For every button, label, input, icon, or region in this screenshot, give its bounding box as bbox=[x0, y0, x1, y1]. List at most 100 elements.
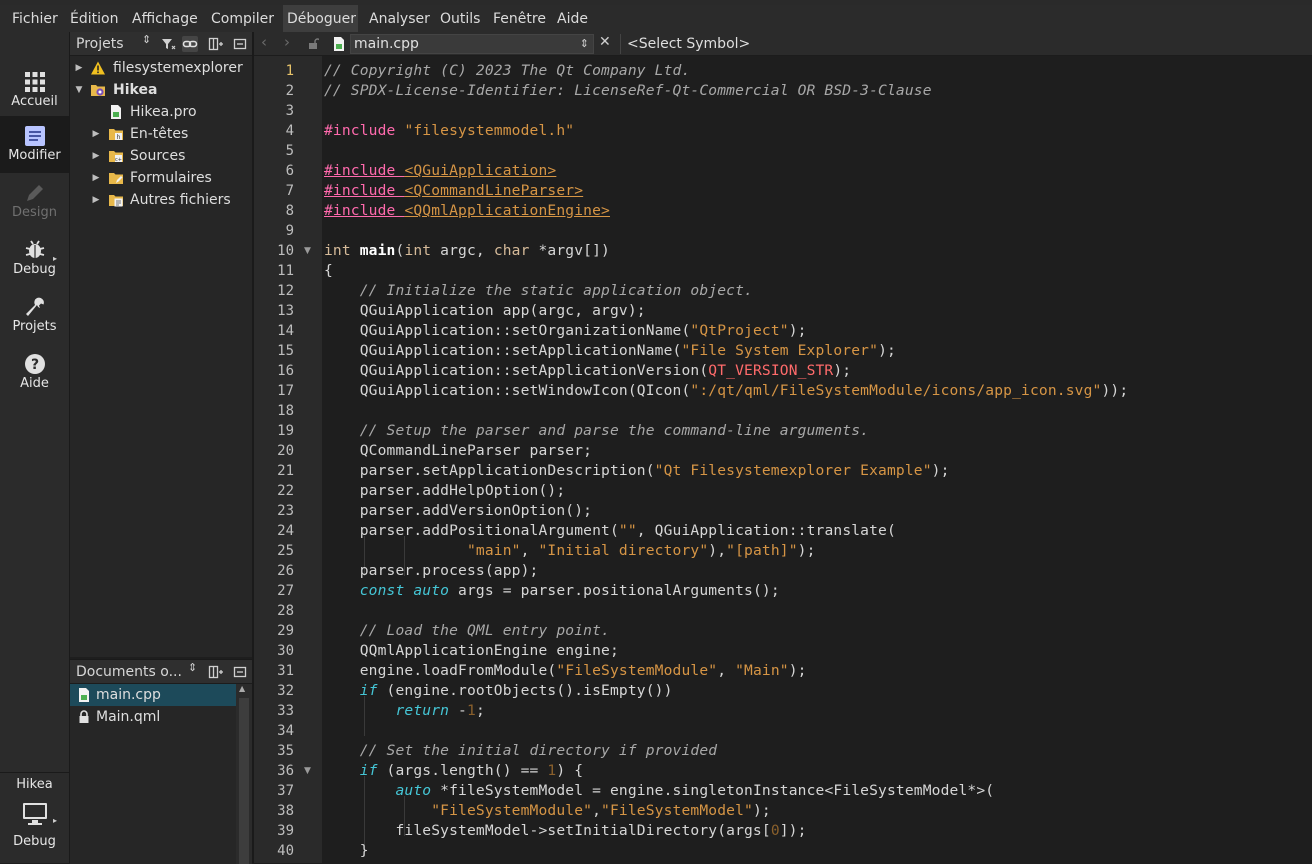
document-label: Main.qml bbox=[96, 709, 161, 725]
link-icon[interactable] bbox=[182, 36, 198, 52]
fold-arrow-icon[interactable]: ▼ bbox=[304, 761, 311, 781]
mode-projets[interactable]: Projets bbox=[0, 287, 69, 344]
close-document-icon[interactable]: ✕ bbox=[599, 34, 611, 50]
forward-arrow-icon[interactable]: › bbox=[284, 33, 290, 51]
code-line[interactable]: parser.addHelpOption(); bbox=[324, 481, 565, 501]
line-number: 3 bbox=[285, 103, 294, 119]
open-document-main-cpp[interactable]: main.cpp bbox=[70, 684, 236, 706]
expand-arrow-icon[interactable]: ▶ bbox=[74, 57, 84, 79]
code-line[interactable]: // Load the QML entry point. bbox=[324, 621, 610, 641]
edit-icon bbox=[25, 126, 45, 146]
code-line[interactable]: fileSystemModel->setInitialDirectory(arg… bbox=[324, 821, 807, 841]
code-line[interactable]: { bbox=[324, 261, 333, 281]
code-line[interactable]: QGuiApplication::setApplicationVersion(Q… bbox=[324, 361, 851, 381]
close-pane-icon[interactable] bbox=[232, 664, 248, 680]
code-line[interactable]: // Set the initial directory if provided bbox=[324, 741, 717, 761]
split-icon[interactable] bbox=[208, 664, 224, 680]
line-number: 17 bbox=[277, 383, 294, 399]
tree-item-autres-fichiers[interactable]: ▶ Autres fichiers bbox=[70, 189, 252, 211]
tree-item-sources[interactable]: ▶ c+ Sources bbox=[70, 145, 252, 167]
expand-arrow-icon[interactable]: ▶ bbox=[91, 145, 101, 167]
svg-text:h: h bbox=[117, 134, 121, 141]
code-line[interactable]: parser.setApplicationDescription("Qt Fil… bbox=[324, 461, 950, 481]
code-line[interactable]: engine.loadFromModule("FileSystemModule"… bbox=[324, 661, 807, 681]
code-line[interactable]: // SPDX-License-Identifier: LicenseRef-Q… bbox=[324, 81, 932, 101]
code-line[interactable]: QGuiApplication::setOrganizationName("Qt… bbox=[324, 321, 807, 341]
tree-item-en-tetes[interactable]: ▶ h En-têtes bbox=[70, 123, 252, 145]
menu-deboguer[interactable]: Déboguer bbox=[283, 5, 358, 32]
menu-outils[interactable]: Outils bbox=[436, 5, 484, 32]
scrollbar-thumb[interactable] bbox=[239, 698, 249, 864]
code-line[interactable]: if (engine.rootObjects().isEmpty()) bbox=[324, 681, 673, 701]
code-line[interactable]: return -1; bbox=[324, 701, 485, 721]
code-line[interactable]: // Copyright (C) 2023 The Qt Company Ltd… bbox=[324, 61, 690, 81]
scroll-up-arrow-icon[interactable]: ▲ bbox=[239, 684, 245, 693]
documents-scrollbar[interactable]: ▲ bbox=[236, 684, 252, 864]
code-line[interactable]: parser.addPositionalArgument("", QGuiApp… bbox=[324, 521, 896, 541]
menu-fenetre[interactable]: Fenêtre bbox=[489, 5, 550, 32]
code-line[interactable]: if (args.length() == 1) { bbox=[324, 761, 583, 781]
mode-aide[interactable]: ? Aide bbox=[0, 344, 69, 401]
menu-fichier[interactable]: Fichier bbox=[8, 5, 62, 32]
mode-accueil[interactable]: Accueil bbox=[0, 62, 69, 119]
open-document-main-qml[interactable]: Main.qml bbox=[70, 706, 236, 728]
tree-item-formulaires[interactable]: ▶ Formulaires bbox=[70, 167, 252, 189]
line-number: 4 bbox=[285, 123, 294, 139]
mode-label: Aide bbox=[20, 376, 49, 391]
line-number: 7 bbox=[285, 183, 294, 199]
fold-arrow-icon[interactable]: ▼ bbox=[304, 241, 311, 261]
symbol-selector[interactable]: <Select Symbol> bbox=[627, 32, 750, 56]
svg-text:c+: c+ bbox=[115, 157, 122, 163]
split-icon[interactable] bbox=[208, 36, 224, 52]
menu-compiler[interactable]: Compiler bbox=[207, 5, 278, 32]
code-line[interactable]: auto *fileSystemModel = engine.singleton… bbox=[324, 781, 995, 801]
code-line[interactable]: QGuiApplication::setWindowIcon(QIcon(":/… bbox=[324, 381, 1128, 401]
tree-item-hikea[interactable]: ▼ Hikea bbox=[70, 79, 252, 101]
menu-edition[interactable]: Édition bbox=[66, 5, 122, 32]
code-line[interactable]: QGuiApplication app(argc, argv); bbox=[324, 301, 646, 321]
expand-arrow-icon[interactable]: ▶ bbox=[91, 123, 101, 145]
expand-arrow-icon[interactable]: ▶ bbox=[91, 189, 101, 211]
code-line[interactable]: // Initialize the static application obj… bbox=[324, 281, 753, 301]
mode-modifier[interactable]: Modifier bbox=[0, 116, 69, 173]
tree-item-label: filesystemexplorer bbox=[113, 60, 243, 76]
close-pane-icon[interactable] bbox=[232, 36, 248, 52]
back-arrow-icon[interactable]: ‹ bbox=[261, 33, 267, 51]
menu-aide[interactable]: Aide bbox=[553, 5, 592, 32]
code-line[interactable]: #include "filesystemmodel.h" bbox=[324, 121, 574, 141]
expand-arrow-icon[interactable]: ▶ bbox=[91, 167, 101, 189]
tree-item-hikea-pro[interactable]: Hikea.pro bbox=[70, 101, 252, 123]
code-line[interactable]: // Setup the parser and parse the comman… bbox=[324, 421, 869, 441]
filter-icon[interactable] bbox=[160, 36, 176, 52]
line-number: 5 bbox=[285, 143, 294, 159]
mode-debug[interactable]: ▸ Debug bbox=[0, 230, 69, 287]
projects-view-selector[interactable]: Projets bbox=[76, 32, 124, 56]
document-selector[interactable]: main.cpp ⇕ bbox=[350, 34, 594, 54]
menu-analyser[interactable]: Analyser bbox=[365, 5, 434, 32]
code-editor[interactable]: // Copyright (C) 2023 The Qt Company Ltd… bbox=[322, 56, 1312, 863]
mode-design[interactable]: Design bbox=[0, 173, 69, 230]
kit-selector-button[interactable]: ▸ Debug bbox=[0, 798, 69, 860]
collapse-arrow-icon[interactable]: ▼ bbox=[74, 79, 84, 101]
code-line[interactable]: #include <QGuiApplication> bbox=[324, 161, 556, 181]
tree-item-label: Hikea.pro bbox=[130, 104, 197, 120]
view-selector-arrows-icon: ⇕ bbox=[142, 33, 152, 46]
code-line[interactable]: QCommandLineParser parser; bbox=[324, 441, 592, 461]
kit-config-label: Debug bbox=[13, 834, 56, 849]
code-line[interactable]: const auto args = parser.positionalArgum… bbox=[324, 581, 780, 601]
menu-affichage[interactable]: Affichage bbox=[128, 5, 202, 32]
code-line[interactable]: } bbox=[324, 841, 369, 861]
code-line[interactable]: QQmlApplicationEngine engine; bbox=[324, 641, 619, 661]
code-line[interactable]: #include <QCommandLineParser> bbox=[324, 181, 583, 201]
code-line[interactable]: #include <QQmlApplicationEngine> bbox=[324, 201, 610, 221]
line-number: 12 bbox=[277, 283, 294, 299]
code-line[interactable]: parser.addVersionOption(); bbox=[324, 501, 592, 521]
documents-view-selector[interactable]: Documents o... bbox=[76, 660, 182, 684]
kit-project-label: Hikea bbox=[16, 777, 53, 792]
code-line[interactable]: int main(int argc, char *argv[]) bbox=[324, 241, 610, 261]
code-line[interactable]: "FileSystemModule","FileSystemModel"); bbox=[324, 801, 771, 821]
code-line[interactable]: QGuiApplication::setApplicationName("Fil… bbox=[324, 341, 896, 361]
code-line[interactable]: "main", "Initial directory"),"[path]"); bbox=[324, 541, 816, 561]
code-line[interactable]: parser.process(app); bbox=[324, 561, 539, 581]
tree-item-filesystemexplorer[interactable]: ▶ filesystemexplorer bbox=[70, 57, 252, 79]
